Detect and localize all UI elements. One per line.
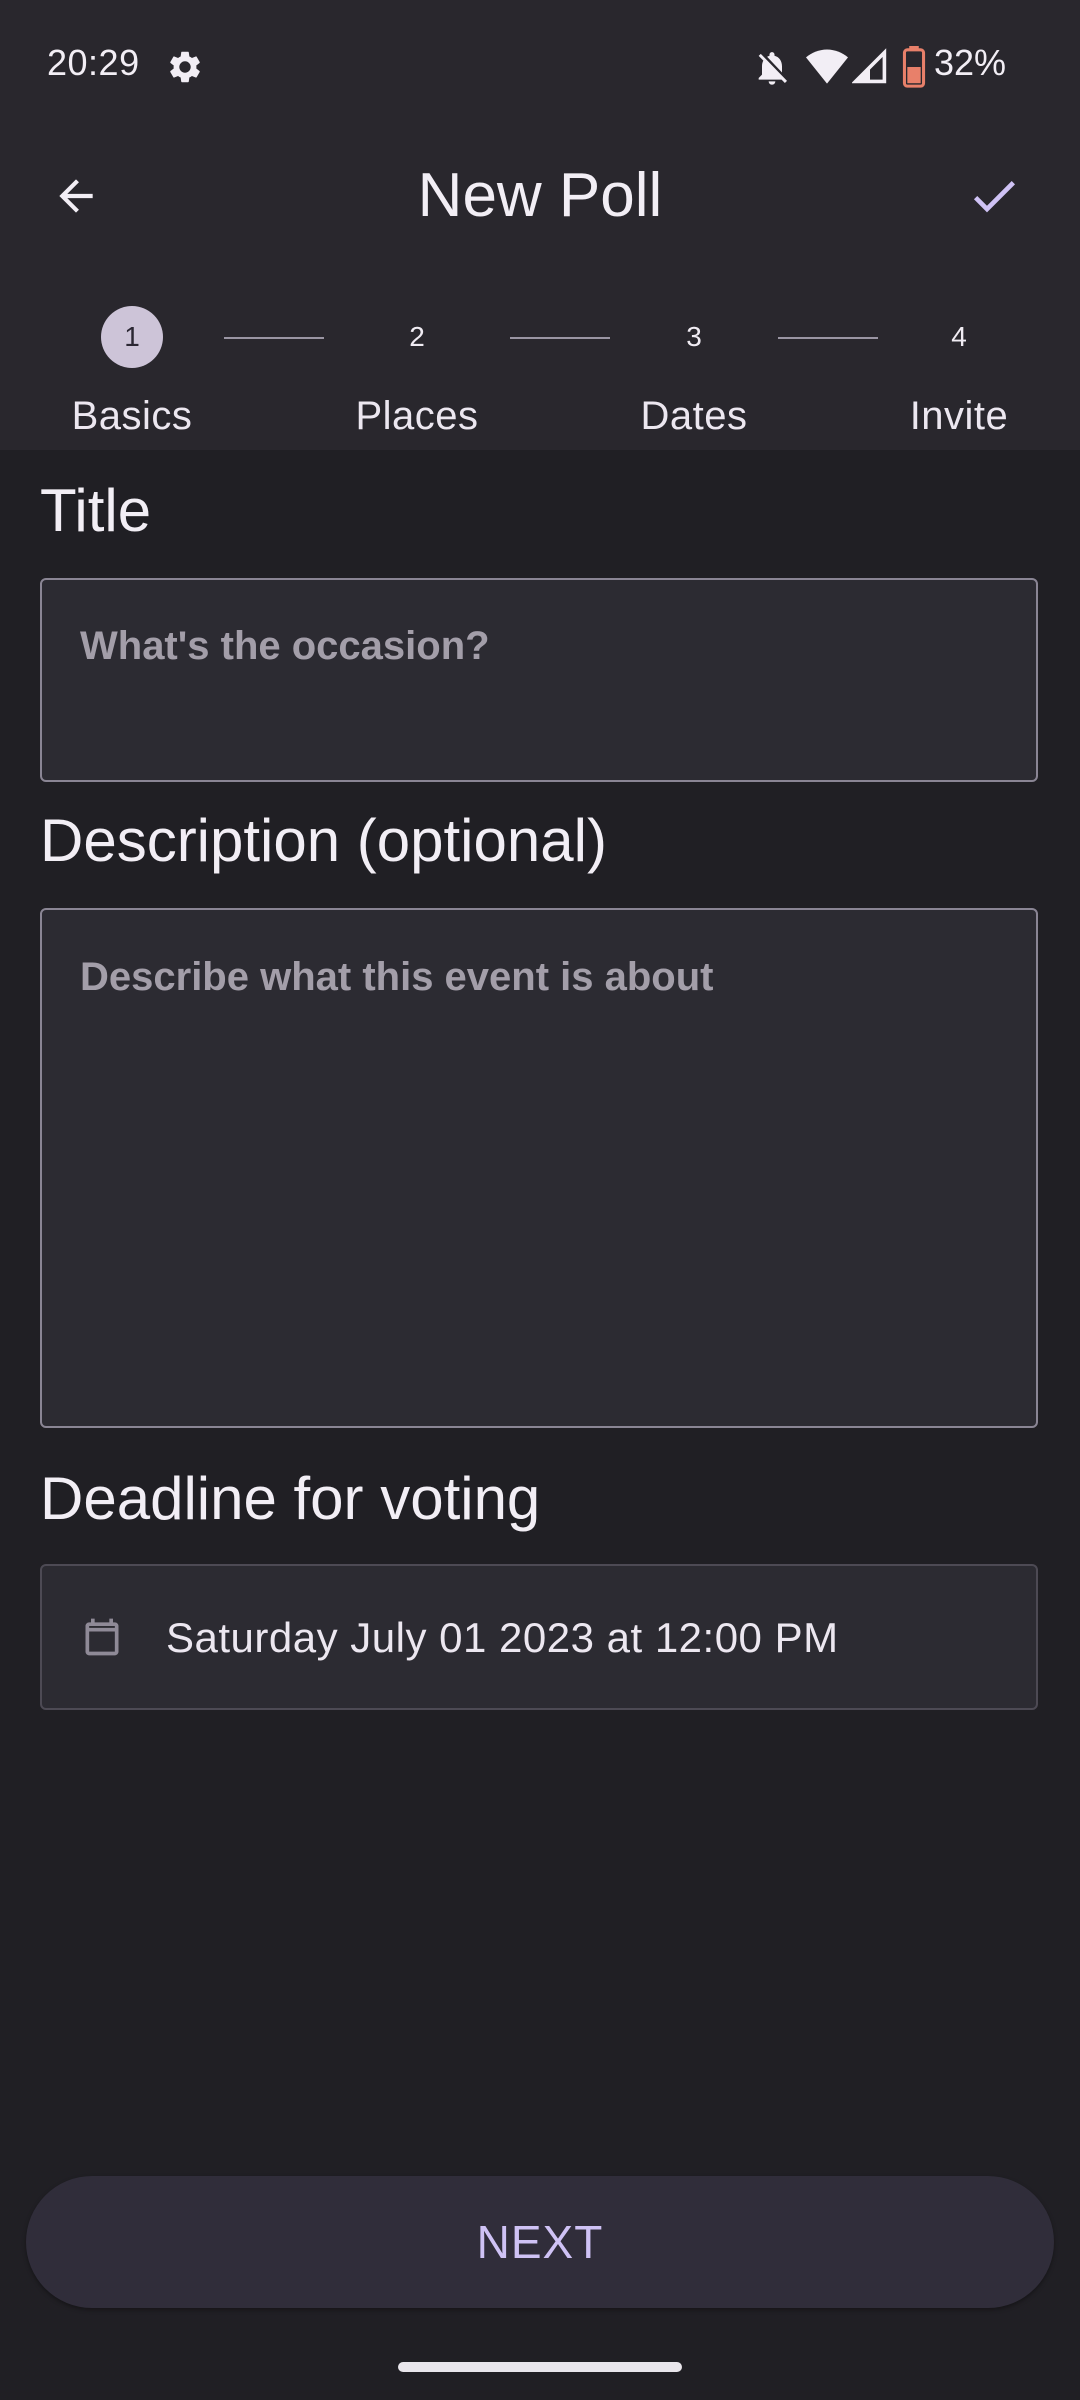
signal-icon xyxy=(852,48,887,84)
step-connector xyxy=(224,337,324,339)
step-2-label: Places xyxy=(355,394,479,438)
step-4-circle[interactable]: 4 xyxy=(928,306,990,368)
deadline-value: Saturday July 01 2023 at 12:00 PM xyxy=(166,1614,839,1661)
battery-icon xyxy=(902,46,926,88)
step-1-circle[interactable]: 1 xyxy=(101,306,163,368)
page-title: New Poll xyxy=(417,161,663,230)
next-button[interactable]: NEXT xyxy=(26,2176,1054,2308)
step-2-circle[interactable]: 2 xyxy=(386,306,448,368)
deadline-label: Deadline for voting xyxy=(40,1465,541,1532)
bell-off-icon xyxy=(758,52,787,85)
battery-percent: 32% xyxy=(934,42,1007,83)
step-3-circle[interactable]: 3 xyxy=(663,306,725,368)
wifi-icon xyxy=(806,49,848,84)
step-3-label: Dates xyxy=(640,394,748,438)
title-label: Title xyxy=(40,477,152,544)
title-placeholder: What's the occasion? xyxy=(80,624,490,668)
step-connector xyxy=(510,337,610,339)
calendar-icon xyxy=(85,1618,119,1656)
settings-icon xyxy=(170,51,200,83)
status-time: 20:29 xyxy=(47,42,140,83)
step-connector xyxy=(778,337,878,339)
description-placeholder: Describe what this event is about xyxy=(80,955,714,999)
done-button[interactable] xyxy=(958,160,1030,232)
check-icon xyxy=(973,181,1015,213)
step-1-label: Basics xyxy=(71,394,193,438)
description-label: Description (optional) xyxy=(40,807,607,874)
gesture-nav-handle[interactable] xyxy=(398,2362,682,2372)
title-input[interactable] xyxy=(40,578,1038,782)
step-4-label: Invite xyxy=(909,394,1009,438)
